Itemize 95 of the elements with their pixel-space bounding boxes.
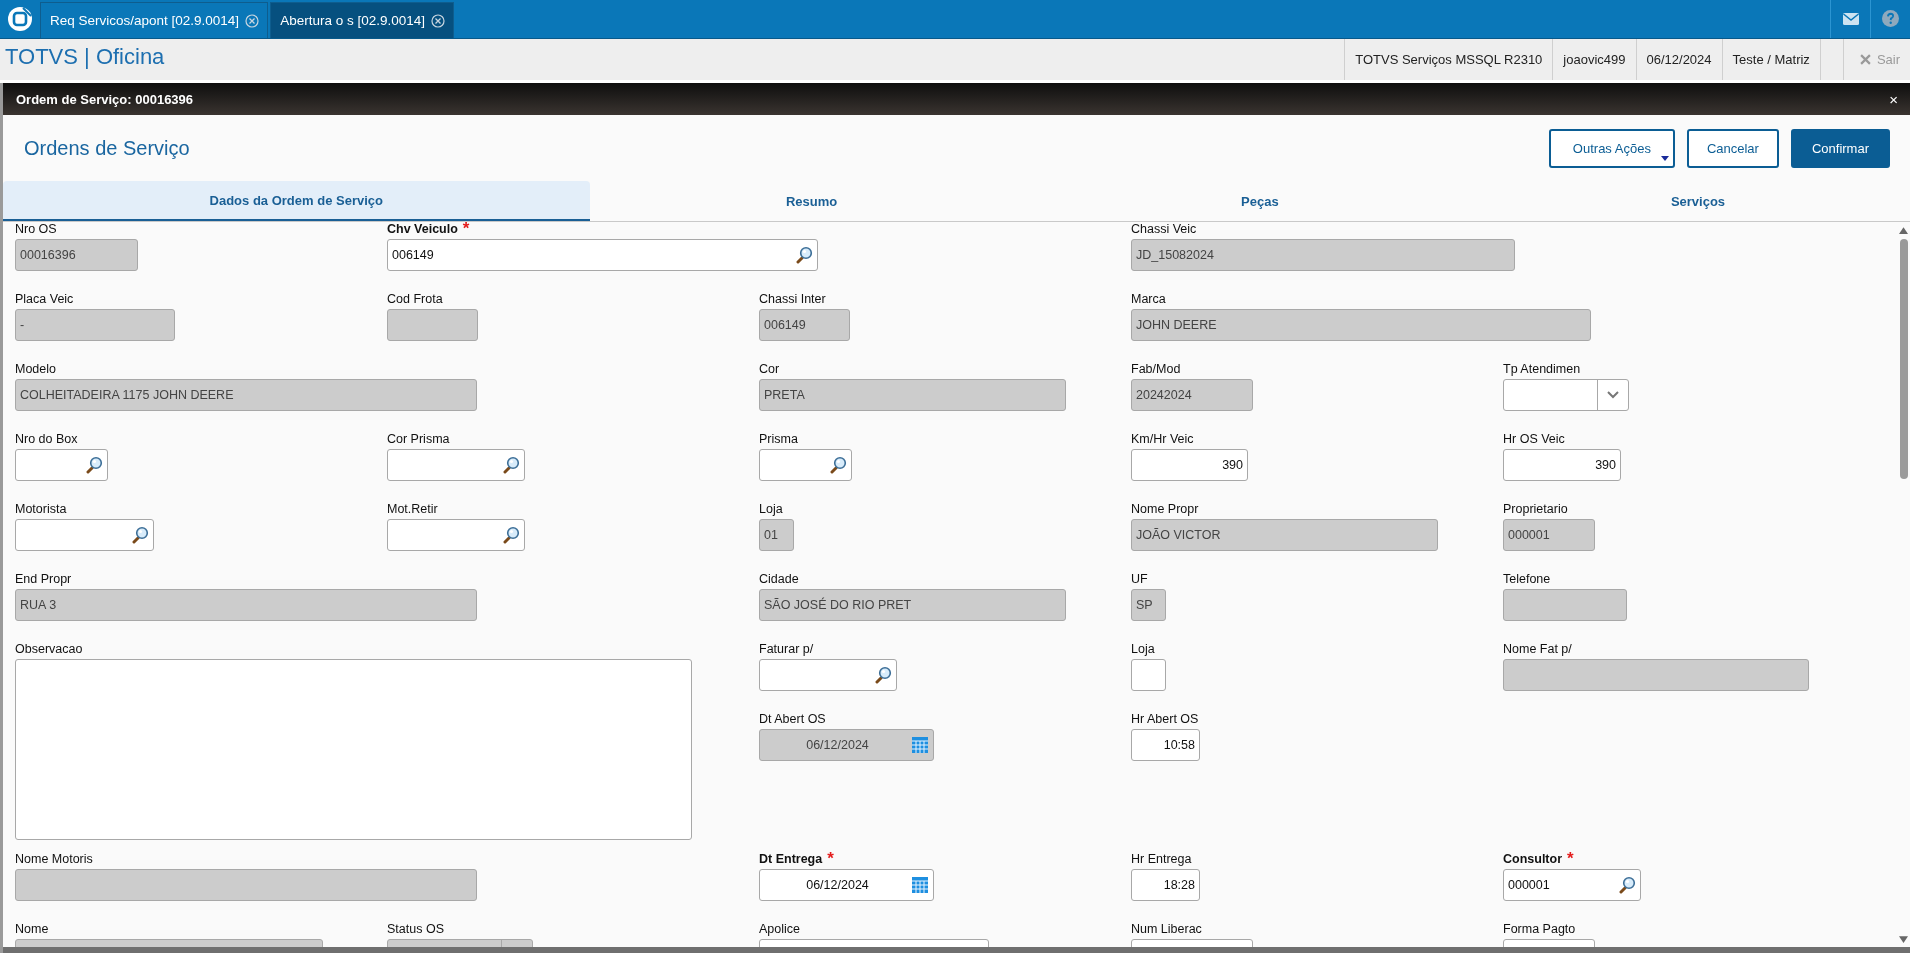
field-label: Cor	[759, 362, 780, 377]
scrollbar-thumb[interactable]	[1899, 239, 1908, 479]
field-label: Loja	[1131, 642, 1155, 657]
tab[interactable]: Peças	[1033, 181, 1486, 221]
field-label: Dt Entrega	[759, 852, 823, 867]
field-label: Consultor	[1503, 852, 1563, 867]
field-label: Num Liberac	[1131, 922, 1202, 937]
field-label: Tp Atendimen	[1503, 362, 1581, 377]
lookup-field[interactable]	[387, 519, 525, 551]
search-icon[interactable]	[502, 456, 520, 474]
field-label: Telefone	[1503, 572, 1551, 587]
field-label: Prisma	[759, 432, 798, 447]
lookup-field[interactable]	[759, 449, 852, 481]
close-icon	[1859, 54, 1871, 65]
required-mark: *	[1567, 852, 1574, 866]
field-label: Fab/Mod	[1131, 362, 1181, 377]
field-label: Nome Propr	[1131, 502, 1199, 517]
text-field[interactable]	[1131, 659, 1166, 691]
dialog-title: Ordem de Serviço: 00016396	[16, 91, 194, 107]
scroll-down-icon[interactable]	[1899, 936, 1908, 943]
status-item: joaovic499	[1552, 39, 1636, 80]
dropdown-field[interactable]	[1503, 379, 1629, 411]
lookup-field[interactable]	[387, 449, 525, 481]
number-field[interactable]: 390	[1131, 449, 1248, 481]
field-label: Loja	[759, 502, 783, 517]
field-label: Cor Prisma	[387, 432, 450, 447]
app-title: TOTVS | Oficina	[4, 43, 165, 71]
mail-icon	[1842, 12, 1859, 25]
field-label: Hr Abert OS	[1131, 712, 1199, 727]
help-icon	[1882, 10, 1899, 27]
scroll-up-icon[interactable]	[1899, 227, 1908, 234]
field-label: Cidade	[759, 572, 799, 587]
confirm-button[interactable]: Confirmar	[1790, 128, 1890, 168]
lookup-field[interactable]: 006149	[387, 239, 818, 271]
actions-button[interactable]: Outras Ações	[1548, 128, 1675, 168]
field-label: Status OS	[387, 922, 444, 937]
number-field[interactable]: 390	[1503, 449, 1621, 481]
field-label: Motorista	[15, 502, 67, 517]
status-item: TOTVS Serviços MSSQL R2310	[1344, 39, 1553, 80]
field-label: Km/Hr Veic	[1131, 432, 1194, 447]
number-field[interactable]: 10:58	[1131, 729, 1200, 761]
field-label: Chassi Veic	[1131, 222, 1197, 237]
close-icon[interactable]	[245, 13, 260, 28]
search-icon[interactable]	[1618, 876, 1636, 894]
field-label: UF	[1131, 572, 1148, 587]
caret-icon	[1660, 155, 1669, 161]
field-label: Nome Fat p/	[1503, 642, 1572, 657]
field-label: Proprietario	[1503, 502, 1568, 517]
field-label: Mot.Retir	[387, 502, 438, 517]
status-item: Teste / Matriz	[1721, 39, 1820, 80]
chevron-down-icon[interactable]	[1607, 391, 1619, 399]
field-label: Dt Abert OS	[759, 712, 826, 727]
field-label: Hr Entrega	[1131, 852, 1192, 867]
status-item: 06/12/2024	[1635, 39, 1722, 80]
app-tab[interactable]: Req Servicos/apont [02.9.0014]	[40, 2, 269, 38]
search-icon[interactable]	[874, 666, 892, 684]
cancel-button[interactable]: Cancelar	[1686, 128, 1779, 168]
lookup-field[interactable]: 000001	[1503, 869, 1641, 901]
search-icon[interactable]	[85, 456, 103, 474]
field-label: Hr OS Veic	[1503, 432, 1565, 447]
tab[interactable]: Dados da Ordem de Serviço	[3, 181, 590, 221]
logo-icon[interactable]	[7, 5, 33, 32]
field-label: Nro do Box	[15, 432, 78, 447]
field-label: Chassi Inter	[759, 292, 826, 307]
field-label: Placa Veic	[15, 292, 74, 307]
search-icon[interactable]	[131, 526, 149, 544]
tab[interactable]: Resumo	[589, 181, 1034, 221]
lookup-field[interactable]	[759, 659, 897, 691]
field-label: Apolice	[759, 922, 800, 937]
page-heading: Ordens de Serviço	[24, 136, 190, 160]
app-tab[interactable]: Abertura o s [02.9.0014]	[270, 2, 454, 38]
field-label: Nome	[15, 922, 49, 937]
close-button[interactable]: ×	[1889, 90, 1898, 108]
field-label: Marca	[1131, 292, 1166, 307]
field-label: Faturar p/	[759, 642, 814, 657]
lookup-field[interactable]	[15, 449, 108, 481]
calendar-icon[interactable]	[911, 876, 929, 894]
field-label: Nome Motoris	[15, 852, 93, 867]
search-icon[interactable]	[502, 526, 520, 544]
field-label: Chv Veiculo	[387, 222, 458, 237]
field-label: Forma Pagto	[1503, 922, 1576, 937]
search-icon[interactable]	[829, 456, 847, 474]
field-label: Nro OS	[15, 222, 57, 237]
required-mark: *	[462, 222, 470, 236]
field-label: End Propr	[15, 572, 72, 587]
required-mark: *	[827, 852, 834, 866]
tab[interactable]: Serviços	[1486, 181, 1910, 221]
date-field[interactable]: 06/12/2024	[759, 869, 934, 901]
close-icon[interactable]	[431, 13, 445, 28]
field-label: Cod Frota	[387, 292, 443, 307]
field-label: Modelo	[15, 362, 56, 377]
number-field[interactable]: 18:28	[1131, 869, 1200, 901]
field-label: Observacao	[15, 642, 83, 657]
lookup-field[interactable]	[15, 519, 154, 551]
search-icon[interactable]	[795, 246, 813, 264]
